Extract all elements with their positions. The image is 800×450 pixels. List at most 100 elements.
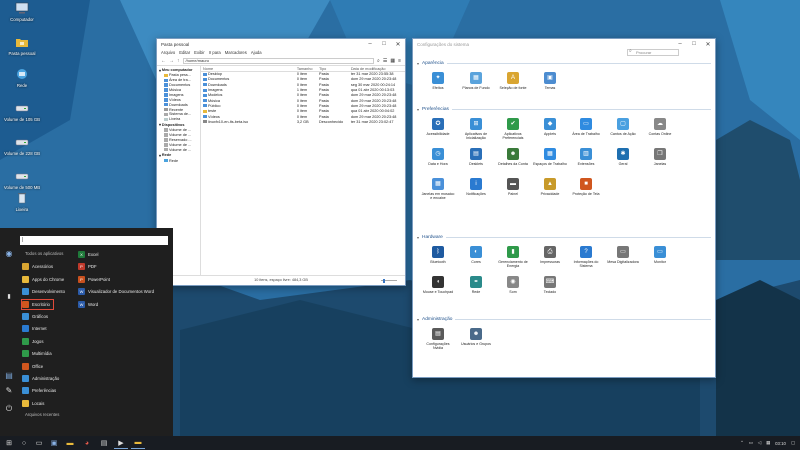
chevron-up-icon[interactable]: ⌃ bbox=[740, 440, 744, 446]
table-row[interactable]: linuxfx10-en-lts-beta.iso 3,2 GB Desconhec… bbox=[201, 119, 405, 124]
settings-item[interactable]: ▭ Monitor bbox=[643, 246, 677, 264]
network-icon[interactable]: ▭ bbox=[749, 440, 753, 446]
settings-item[interactable]: ▤ Desklets bbox=[459, 148, 493, 166]
section-header[interactable]: ▾ Administração bbox=[413, 315, 715, 323]
forward-icon[interactable]: → bbox=[169, 58, 174, 64]
start-menu-app[interactable]: P PDF bbox=[78, 262, 97, 271]
close-button[interactable]: ✕ bbox=[391, 39, 405, 49]
settings-item[interactable]: i Notificações bbox=[459, 178, 493, 196]
minimize-button[interactable]: – bbox=[673, 39, 687, 49]
settings-item[interactable]: ☻ Usuários e Grupos bbox=[459, 328, 493, 346]
workspaces-icon[interactable]: ▭ bbox=[33, 437, 45, 449]
start-menu-app[interactable]: X Excel bbox=[78, 250, 99, 259]
start-menu-category[interactable]: Acessórios bbox=[22, 262, 53, 271]
file-manager-window[interactable]: Pasta pessoal – □ ✕ Arquivo Editar Exibi… bbox=[156, 38, 406, 286]
keyboard-icon[interactable]: ▦ bbox=[766, 440, 770, 446]
close-button[interactable]: ✕ bbox=[701, 39, 715, 49]
section-header[interactable]: ▾ Preferências bbox=[413, 105, 715, 113]
start-menu-category[interactable]: Internet bbox=[22, 324, 47, 333]
power-icon[interactable]: ⏻ bbox=[4, 404, 14, 414]
settings-item[interactable]: ▭ Mesa Digitalizadora bbox=[606, 246, 640, 264]
search-input[interactable]: Procurar bbox=[627, 49, 679, 56]
section-header[interactable]: ▾ Aparência bbox=[413, 59, 715, 67]
start-menu-category[interactable]: Jogos bbox=[22, 337, 43, 346]
start-menu-category[interactable]: Preferências bbox=[22, 386, 56, 395]
settings-item[interactable]: ▣ Temas bbox=[533, 72, 567, 90]
compact-view-icon[interactable]: ≡ bbox=[398, 58, 401, 64]
settings-item[interactable]: A Seleção de fonte bbox=[496, 72, 530, 90]
menu-edit[interactable]: Editar bbox=[179, 50, 190, 55]
settings-item[interactable]: ◷ Data e Hora bbox=[421, 148, 455, 166]
start-menu-category[interactable]: Locais bbox=[22, 399, 44, 408]
settings-item[interactable]: ᛒ Bluetooth bbox=[421, 246, 455, 264]
settings-item[interactable]: ■ Proteção de Tela bbox=[569, 178, 603, 196]
settings-item[interactable]: ✔ Aplicativos Preferenciais bbox=[496, 118, 530, 140]
start-menu-heading[interactable]: Arquivos recentes bbox=[25, 412, 59, 417]
volume-icon[interactable]: ◁ bbox=[758, 440, 761, 446]
desktop-icon-home-folder[interactable]: Pasta pessoal bbox=[0, 36, 44, 56]
desktop-icon-computer[interactable]: Computador bbox=[0, 2, 44, 22]
list-view-icon[interactable]: ☰ bbox=[383, 58, 387, 64]
system-settings-titlebar[interactable]: Configurações do sistema – □ ✕ bbox=[413, 39, 715, 49]
settings-item[interactable]: ▤ Configurações Nvidia bbox=[421, 328, 455, 350]
home-folder-icon[interactable]: ▬ bbox=[131, 437, 145, 449]
terminal-icon[interactable]: ▮ bbox=[4, 291, 14, 301]
settings-item[interactable]: ✪ Acessibilidade bbox=[421, 118, 455, 136]
menu-help[interactable]: Ajuda bbox=[251, 50, 262, 55]
desktop-icon-network[interactable]: Rede bbox=[0, 68, 44, 88]
start-menu-category[interactable]: Desenvolvimento bbox=[22, 287, 65, 296]
files-icon[interactable]: ▤ bbox=[4, 370, 14, 380]
section-header[interactable]: ▾ Hardware bbox=[413, 233, 715, 241]
settings-item[interactable]: ▥ Extensões bbox=[569, 148, 603, 166]
start-menu-category[interactable]: Apps do Chrome bbox=[22, 275, 64, 284]
settings-item[interactable]: ⎙ Impressoras bbox=[533, 246, 567, 264]
files-icon[interactable]: ▬ bbox=[63, 437, 77, 449]
settings-item[interactable]: ▦ Planos de Fundo bbox=[459, 72, 493, 90]
settings-item[interactable]: ◐ Cores bbox=[459, 246, 493, 264]
start-menu-app[interactable]: W Visualizador de Documentos Word bbox=[78, 287, 154, 296]
terminal-icon[interactable]: ▶ bbox=[114, 437, 128, 449]
location-bar[interactable]: /home/mauro bbox=[182, 57, 375, 64]
up-icon[interactable]: ↑ bbox=[177, 58, 180, 64]
settings-item[interactable]: ✱ Geral bbox=[606, 148, 640, 166]
menu-file[interactable]: Arquivo bbox=[161, 50, 175, 55]
start-menu-app[interactable]: P PowerPoint bbox=[78, 275, 110, 284]
settings-item[interactable]: ◉ Som bbox=[496, 276, 530, 294]
menu-view[interactable]: Exibir bbox=[194, 50, 204, 55]
start-menu-category[interactable]: Multimídia bbox=[22, 349, 52, 358]
start-menu-heading[interactable]: Todos os aplicativos bbox=[25, 251, 63, 256]
start-menu-category[interactable]: Gráficos bbox=[22, 312, 48, 321]
system-settings-window[interactable]: Configurações do sistema – □ ✕ Procurar … bbox=[412, 38, 716, 378]
settings-item[interactable]: ⌨ Teclado bbox=[533, 276, 567, 294]
notifications-icon[interactable]: ▢ bbox=[791, 440, 795, 446]
desktop-icon-volume-228[interactable]: Volume de 228 GB bbox=[0, 136, 44, 156]
browser-icon[interactable]: ◉ bbox=[4, 248, 14, 258]
settings-item[interactable]: ⚭ Rede bbox=[459, 276, 493, 294]
settings-item[interactable]: ▮ Gerenciamento de Energia bbox=[496, 246, 530, 268]
settings-item[interactable]: ▲ Privacidade bbox=[533, 178, 567, 196]
settings-item[interactable]: ◖ Mouse e Touchpad bbox=[421, 276, 455, 294]
settings-icon[interactable]: ✎ bbox=[4, 385, 14, 395]
chrome-icon[interactable]: ◕ bbox=[80, 437, 94, 449]
settings-item[interactable]: ☁ Contas Online bbox=[643, 118, 677, 136]
sidebar-item-network[interactable]: Rede bbox=[157, 158, 200, 163]
show-desktop-icon[interactable]: ▣ bbox=[48, 437, 60, 449]
settings-item[interactable]: ▢ Cantos de Ação bbox=[606, 118, 640, 136]
start-menu-category[interactable]: Administração bbox=[22, 374, 59, 383]
settings-item[interactable]: ? Informações do Sistema bbox=[569, 246, 603, 268]
desktop-icon-trash[interactable]: Lixeira bbox=[0, 192, 44, 212]
start-menu-category[interactable]: Escritório bbox=[21, 298, 54, 310]
settings-item[interactable]: ✦ Efeitos bbox=[421, 72, 455, 90]
settings-item[interactable]: ▭ Área de Trabalho bbox=[569, 118, 603, 136]
start-menu-icon[interactable]: ⊞ bbox=[3, 437, 15, 449]
minimize-button[interactable]: – bbox=[363, 39, 377, 49]
search-icon[interactable]: ⌕ bbox=[377, 58, 380, 64]
desktop-icon-volume-500[interactable]: Volume de 500 MB bbox=[0, 170, 44, 190]
desktop-icon-volume-105[interactable]: Volume de 105 GB bbox=[0, 102, 44, 122]
settings-item[interactable]: ◆ Applets bbox=[533, 118, 567, 136]
settings-item[interactable]: ☻ Detalhes da Conta bbox=[496, 148, 530, 166]
settings-item[interactable]: ❐ Janelas bbox=[643, 148, 677, 166]
menu-bookmarks[interactable]: Marcadores bbox=[225, 50, 247, 55]
settings-item[interactable]: ▦ Espaços de Trabalho bbox=[533, 148, 567, 166]
zoom-slider[interactable] bbox=[381, 278, 397, 283]
